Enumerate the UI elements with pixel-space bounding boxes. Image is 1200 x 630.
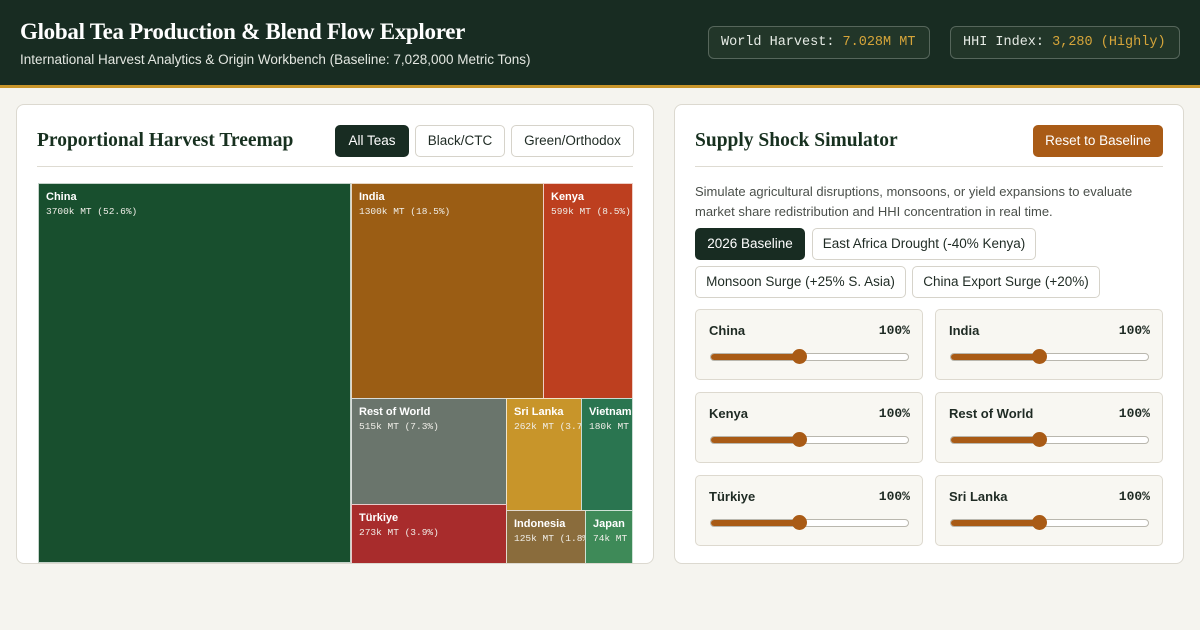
slider-fill [951, 437, 1040, 443]
slider-label: Rest of World [949, 406, 1034, 421]
treemap-panel-divider [37, 166, 633, 167]
scenario-monsoon-surge-button[interactable]: Monsoon Surge (+25% S. Asia) [695, 266, 906, 298]
treemap-tile-japan[interactable]: Japan 74k MT (1.1%) [585, 510, 633, 563]
treemap-tile-kenya[interactable]: Kenya 599k MT (8.5%) [543, 183, 633, 399]
tile-name: Kenya [551, 191, 585, 203]
slider-percent: 100% [878, 323, 910, 338]
tile-name: China [46, 191, 77, 203]
reset-to-baseline-button[interactable]: Reset to Baseline [1033, 125, 1163, 157]
treemap-tile-china[interactable]: China 3700k MT (52.6%) [38, 183, 351, 563]
tile-value: 125k MT (1.8%) [514, 533, 586, 544]
slider-percent: 100% [878, 489, 910, 504]
app-header: Global Tea Production & Blend Flow Explo… [0, 0, 1200, 88]
slider-label: Kenya [709, 406, 749, 421]
production-slider[interactable] [950, 432, 1149, 447]
tile-name: Vietnam [589, 406, 632, 418]
slider-thumb[interactable] [792, 432, 808, 447]
hhi-index-metric: HHI Index: 3,280 (Highly) [950, 26, 1180, 59]
production-slider[interactable] [950, 349, 1149, 364]
tile-value: 599k MT (8.5%) [551, 206, 631, 217]
tile-value: 262k MT (3.7%) [514, 421, 582, 432]
filter-all-teas-button[interactable]: All Teas [335, 125, 409, 157]
treemap-tile-india[interactable]: India 1300k MT (18.5%) [351, 183, 544, 399]
tile-name: Rest of World [359, 406, 431, 418]
slider-thumb[interactable] [1032, 349, 1048, 364]
slider-fill [951, 354, 1040, 360]
slider-label: China [709, 323, 746, 338]
filter-black-ctc-button[interactable]: Black/CTC [415, 125, 505, 157]
simulator-description: Simulate agricultural disruptions, monso… [695, 184, 1133, 219]
app-subtitle: International Harvest Analytics & Origin… [20, 52, 531, 67]
slider-fill [951, 520, 1040, 526]
slider-card-rest-of-world: Rest of World 100% [935, 392, 1163, 463]
tile-value: 515k MT (7.3%) [359, 421, 439, 432]
slider-percent: 100% [1118, 406, 1150, 421]
treemap-panel-title: Proportional Harvest Treemap [37, 130, 294, 151]
slider-fill [711, 354, 800, 360]
harvest-treemap: China 3700k MT (52.6%) India 1300k MT (1… [38, 183, 633, 563]
slider-percent: 100% [1118, 323, 1150, 338]
tile-name: Sri Lanka [514, 406, 564, 418]
treemap-panel: Proportional Harvest Treemap All Teas Bl… [16, 104, 654, 564]
tile-name: India [359, 191, 385, 203]
production-slider[interactable] [710, 349, 909, 364]
simulator-panel-divider [695, 166, 1163, 167]
slider-card-sri-lanka: Sri Lanka 100% [935, 475, 1163, 546]
treemap-tile-turkiye[interactable]: Türkiye 273k MT (3.9%) [351, 504, 507, 563]
slider-card-india: India 100% [935, 309, 1163, 380]
scenario-2026-baseline-button[interactable]: 2026 Baseline [695, 228, 805, 260]
slider-label: Türkiye [709, 489, 756, 504]
slider-card-kenya: Kenya 100% [695, 392, 923, 463]
treemap-tile-indonesia[interactable]: Indonesia 125k MT (1.8%) [506, 510, 586, 563]
slider-thumb[interactable] [792, 349, 808, 364]
slider-thumb[interactable] [792, 515, 808, 530]
hhi-index-label: HHI Index: [963, 35, 1045, 50]
tile-value: 3700k MT (52.6%) [46, 206, 138, 217]
scenario-east-africa-drought-button[interactable]: East Africa Drought (-40% Kenya) [812, 228, 1036, 260]
tile-value: 180k MT (2.6%) [589, 421, 632, 432]
treemap-tile-rest-of-world[interactable]: Rest of World 515k MT (7.3%) [351, 398, 507, 505]
world-harvest-value: 7.028M MT [842, 35, 916, 50]
simulator-panel-title: Supply Shock Simulator [695, 130, 898, 151]
slider-thumb[interactable] [1032, 515, 1048, 530]
scenario-china-export-surge-button[interactable]: China Export Surge (+20%) [912, 266, 1100, 298]
production-slider[interactable] [710, 515, 909, 530]
treemap-tile-sri-lanka[interactable]: Sri Lanka 262k MT (3.7%) [506, 398, 582, 511]
slider-thumb[interactable] [1032, 432, 1048, 447]
tile-value: 74k MT (1.1%) [593, 533, 632, 544]
hhi-index-value: 3,280 (Highly) [1052, 35, 1166, 50]
slider-fill [711, 437, 800, 443]
tile-value: 1300k MT (18.5%) [359, 206, 451, 217]
treemap-tile-vietnam[interactable]: Vietnam 180k MT (2.6%) [581, 398, 633, 511]
slider-card-turkiye: Türkiye 100% [695, 475, 923, 546]
world-harvest-label: World Harvest: [721, 35, 835, 50]
slider-label: India [949, 323, 980, 338]
slider-card-china: China 100% [695, 309, 923, 380]
tile-name: Türkiye [359, 512, 399, 524]
production-slider[interactable] [710, 432, 909, 447]
tile-value: 273k MT (3.9%) [359, 527, 439, 538]
slider-percent: 100% [1118, 489, 1150, 504]
filter-green-orthodox-button[interactable]: Green/Orthodox [511, 125, 634, 157]
tile-name: Indonesia [514, 518, 566, 530]
world-harvest-metric: World Harvest: 7.028M MT [708, 26, 930, 59]
simulator-panel: Supply Shock Simulator Reset to Baseline… [674, 104, 1184, 564]
production-slider[interactable] [950, 515, 1149, 530]
slider-fill [711, 520, 800, 526]
slider-percent: 100% [878, 406, 910, 421]
app-title: Global Tea Production & Blend Flow Explo… [20, 19, 466, 44]
slider-label: Sri Lanka [949, 489, 1008, 504]
tile-name: Japan [593, 518, 625, 530]
